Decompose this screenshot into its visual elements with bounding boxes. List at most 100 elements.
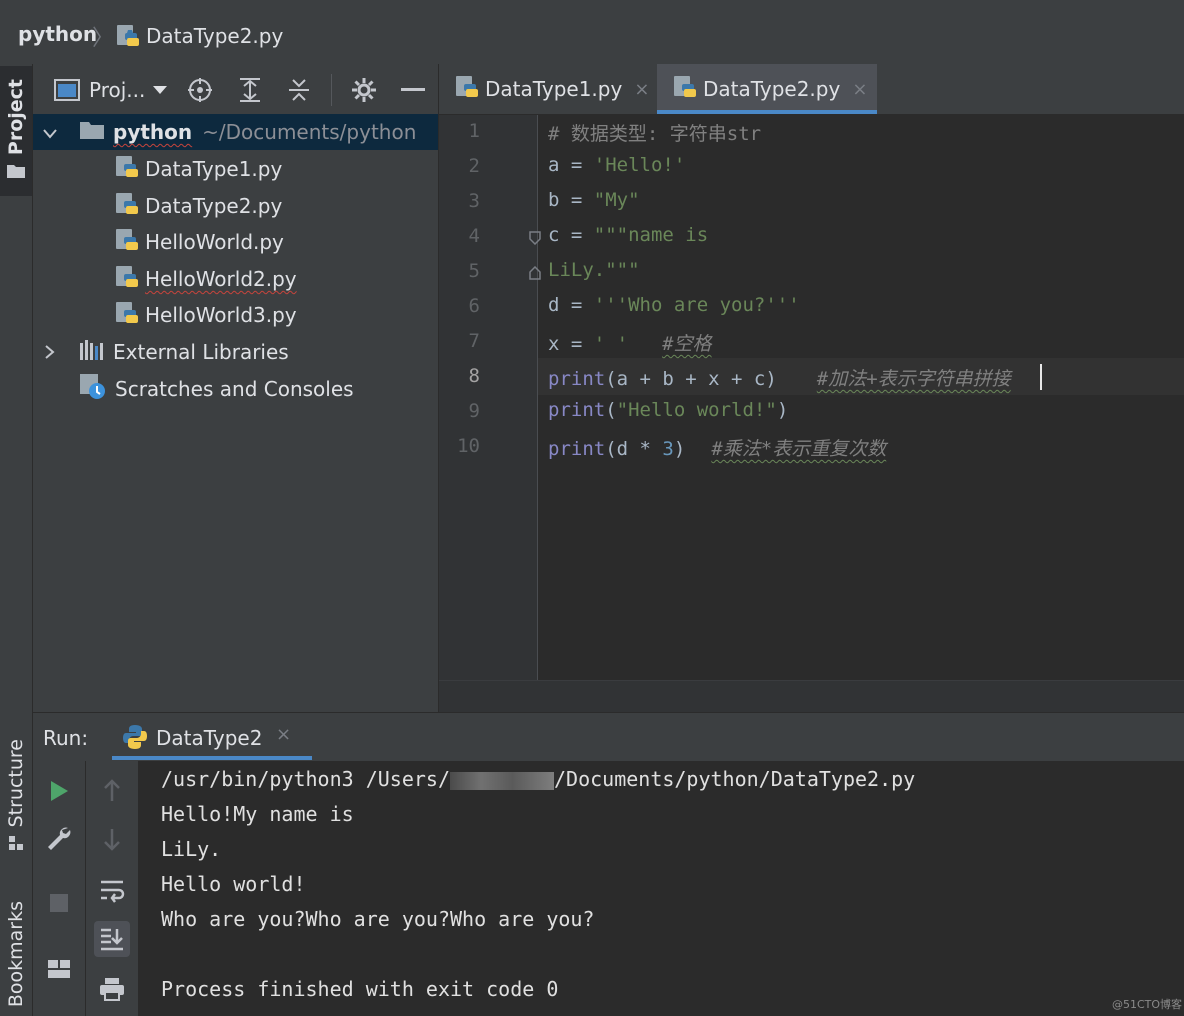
code-comment: #乘法*表示重复次数 <box>711 438 887 460</box>
tree-file-item[interactable]: HelloWorld.py <box>33 224 438 260</box>
python-file-icon <box>115 192 139 221</box>
chevron-down-icon[interactable] <box>146 76 174 104</box>
code-line: c = """name is <box>548 224 708 246</box>
code-builtin: print <box>548 368 606 390</box>
fold-end-icon[interactable] <box>529 265 541 284</box>
tree-scratches-label: Scratches and Consoles <box>115 377 354 401</box>
expand-all-icon[interactable] <box>236 76 264 104</box>
code-paren: ( <box>605 399 617 421</box>
project-view-icon <box>53 76 81 104</box>
code-arguments: (a + b + x + c) <box>605 368 777 390</box>
code-string: "My" <box>593 189 640 211</box>
tree-file-item[interactable]: HelloWorld3.py <box>33 297 438 333</box>
scroll-to-end-icon[interactable] <box>94 921 130 957</box>
code-operator: = <box>559 294 594 316</box>
tree-file-label: HelloWorld3.py <box>145 303 297 327</box>
close-icon[interactable]: × <box>852 79 867 100</box>
python-file-icon <box>115 228 139 257</box>
gear-icon[interactable] <box>350 76 378 104</box>
watermark: @51CTO博客 <box>1112 998 1183 1011</box>
breadcrumb-file[interactable]: DataType2.py <box>146 24 283 48</box>
structure-tool-tab[interactable]: Structure <box>0 735 32 860</box>
code-builtin: print <box>548 438 606 460</box>
left-tool-stripe <box>0 64 33 1016</box>
tree-file-item[interactable]: DataType1.py <box>33 151 438 187</box>
line-number: 4 <box>468 225 480 247</box>
code-paren: ) <box>673 438 686 460</box>
soft-wrap-icon[interactable] <box>94 873 130 909</box>
tree-file-item[interactable]: HelloWorld2.py <box>33 261 438 297</box>
tree-file-item[interactable]: DataType2.py <box>33 188 438 224</box>
tree-file-label: HelloWorld2.py <box>145 267 297 291</box>
tree-external-libraries-label: External Libraries <box>113 340 289 364</box>
tree-external-libraries[interactable]: External Libraries <box>33 334 438 370</box>
breadcrumb-separator: 〉 <box>92 26 115 51</box>
library-icon <box>79 339 105 366</box>
breadcrumb-root[interactable]: python <box>18 22 97 46</box>
hide-panel-icon[interactable] <box>399 76 427 104</box>
code-string: """name is <box>593 224 709 246</box>
code-identifier: b <box>548 189 560 211</box>
line-number: 2 <box>468 155 480 177</box>
bookmarks-tab-label: Bookmarks <box>5 900 27 1008</box>
code-string: ' ' <box>593 333 629 355</box>
structure-icon <box>7 834 25 856</box>
collapse-all-icon[interactable] <box>285 76 313 104</box>
code-line: d = '''Who are you?''' <box>548 294 800 316</box>
tab-datatype2[interactable]: DataType2.py × <box>657 64 877 114</box>
run-panel-title: Run: <box>43 726 89 750</box>
line-number: 6 <box>468 295 480 317</box>
tab-datatype1[interactable]: DataType1.py × <box>439 64 657 114</box>
code-identifier: c <box>548 224 560 246</box>
code-arguments: (d * <box>605 438 663 460</box>
rerun-icon[interactable] <box>41 773 77 809</box>
stop-icon[interactable] <box>41 885 77 921</box>
toolbar-divider <box>331 74 332 106</box>
project-view-dropdown[interactable]: Proj... <box>89 78 145 102</box>
line-number: 3 <box>468 190 480 212</box>
line-number: 1 <box>468 120 480 142</box>
tab-label: DataType2.py <box>703 77 841 101</box>
tree-root-python[interactable]: python ~/Documents/python <box>33 114 438 150</box>
code-line: x = ' ' #空格 <box>548 329 712 356</box>
code-identifier: d <box>548 294 560 316</box>
console-exit-status: Process finished with exit code 0 <box>161 977 559 1001</box>
scratches-icon <box>79 373 107 406</box>
tree-scratches[interactable]: Scratches and Consoles <box>33 371 438 407</box>
python-icon <box>122 724 148 754</box>
console-output-line: Hello!My name is <box>161 802 354 826</box>
code-comment: #空格 <box>662 333 712 355</box>
code-operator: = <box>559 224 594 246</box>
locate-icon[interactable] <box>186 76 214 104</box>
fold-start-icon[interactable] <box>529 230 541 249</box>
python-file-icon <box>115 155 139 184</box>
code-operator: = <box>559 189 594 211</box>
project-panel: Proj... python ~/Documents/python DataTy… <box>33 64 439 712</box>
code-operator: = <box>559 154 594 176</box>
bookmarks-tool-tab[interactable]: Bookmarks <box>0 892 32 1016</box>
project-tool-tab[interactable]: Project <box>0 66 32 196</box>
tree-file-label: HelloWorld.py <box>145 230 284 254</box>
folder-icon <box>6 163 26 183</box>
close-icon[interactable]: × <box>634 79 649 100</box>
code-line: LiLy.""" <box>548 259 640 281</box>
layout-icon[interactable] <box>41 951 77 987</box>
arrow-up-icon[interactable] <box>94 773 130 809</box>
code-comment: #加法+表示字符串拼接 <box>816 368 1011 390</box>
redacted-username <box>449 771 554 790</box>
arrow-down-icon[interactable] <box>94 821 130 857</box>
tree-file-label: DataType1.py <box>145 157 283 181</box>
console-command-line: /usr/bin/python3 /Users/ /Documents/pytho… <box>161 767 915 791</box>
run-tab-datatype2[interactable]: DataType2 <box>156 726 262 750</box>
code-string: LiLy.""" <box>548 259 640 281</box>
code-line: a = 'Hello!' <box>548 154 685 176</box>
python-file-icon <box>673 75 697 104</box>
wrench-icon[interactable] <box>41 821 77 857</box>
line-number: 9 <box>468 400 480 422</box>
console-output-line: LiLy. <box>161 837 222 861</box>
close-icon[interactable]: × <box>276 724 291 745</box>
print-icon[interactable] <box>94 971 130 1007</box>
python-file-icon <box>116 24 140 52</box>
tab-label: DataType1.py <box>485 77 623 101</box>
code-number: 3 <box>662 438 674 460</box>
